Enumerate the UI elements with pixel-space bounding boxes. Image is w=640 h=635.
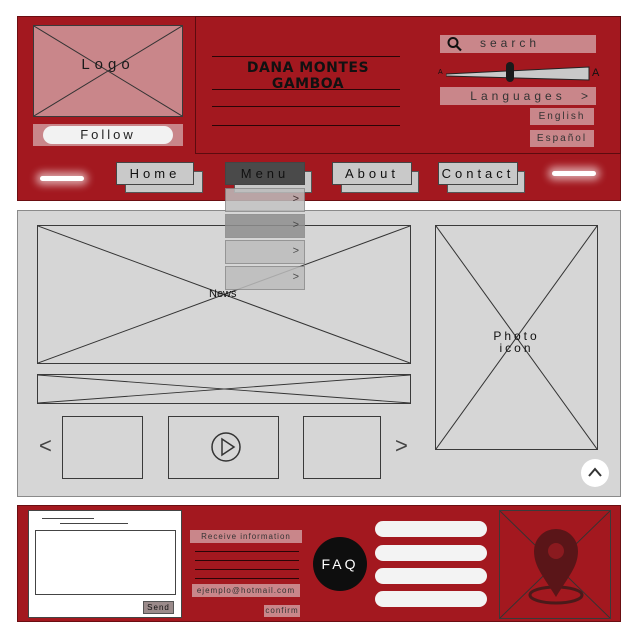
footer-link-pill[interactable] [375, 568, 487, 584]
photo-label: Photo icon [436, 330, 597, 354]
footer-link-pill[interactable] [375, 545, 487, 561]
search-input[interactable]: search [440, 35, 596, 53]
menu-dropdown-item[interactable]: > [225, 240, 305, 264]
language-option-espanol[interactable]: Español [530, 130, 594, 147]
headline-strip-placeholder [37, 374, 411, 404]
slider-thumb[interactable] [506, 62, 514, 82]
chevron-right-icon: > [292, 219, 299, 231]
video-thumbnail[interactable] [168, 416, 279, 479]
map-placeholder[interactable] [499, 510, 611, 619]
text-line [195, 569, 299, 570]
font-small-label: A [438, 69, 443, 76]
chevron-right-icon: > [292, 245, 299, 257]
title-rule [212, 56, 400, 57]
menu-dropdown-item[interactable]: > [225, 188, 305, 212]
site-title: DANA MONTES GAMBOA [246, 60, 370, 92]
search-placeholder: search [480, 36, 541, 50]
decorative-glow [552, 171, 596, 176]
location-pin-icon [528, 529, 584, 605]
text-line [195, 560, 299, 561]
nav-home[interactable]: Home [116, 162, 194, 185]
language-option-english[interactable]: English [530, 108, 594, 125]
photo-label-line2: icon [499, 341, 534, 355]
form-heading-line [42, 518, 94, 519]
message-textarea[interactable] [35, 530, 176, 595]
menu-dropdown-item[interactable]: > [225, 214, 305, 238]
carousel-thumbnail[interactable] [62, 416, 143, 479]
slider-track [446, 66, 590, 81]
play-icon [211, 432, 241, 462]
carousel-next-arrow[interactable]: > [395, 433, 408, 459]
text-line [212, 106, 400, 107]
nav-contact[interactable]: Contact [438, 162, 518, 185]
chevron-up-icon [588, 467, 602, 477]
faq-button[interactable]: FAQ [313, 537, 367, 591]
text-line [195, 578, 299, 579]
carousel-thumbnail[interactable] [303, 416, 381, 479]
nav-menu[interactable]: Menu [225, 162, 305, 185]
photo-placeholder[interactable]: Photo icon [435, 225, 598, 450]
chevron-right-icon: > [580, 89, 588, 103]
follow-container: Follow [33, 124, 183, 146]
footer-link-pill[interactable] [375, 521, 487, 537]
send-button[interactable]: Send [143, 601, 174, 614]
logo-placeholder[interactable]: Logo [33, 25, 183, 117]
menu-dropdown-item[interactable]: > [225, 266, 305, 290]
decorative-glow [40, 176, 84, 181]
footer-link-pill[interactable] [375, 591, 487, 607]
email-input[interactable]: ejemplo@hotmail.com [192, 584, 300, 597]
receive-info-label: Receive information [190, 530, 302, 543]
languages-label: Languages [470, 89, 566, 103]
text-line [212, 89, 400, 90]
chevron-right-icon: > [292, 271, 299, 283]
logo-label: Logo [81, 56, 135, 73]
form-heading-line [60, 523, 128, 524]
confirm-button[interactable]: confirm [264, 605, 300, 617]
font-size-slider[interactable]: A A [438, 60, 602, 86]
carousel-prev-arrow[interactable]: < [39, 433, 52, 459]
follow-button[interactable]: Follow [43, 126, 173, 144]
back-to-top-button[interactable] [581, 459, 609, 487]
chevron-right-icon: > [292, 193, 299, 205]
font-large-label: A [592, 67, 600, 79]
languages-button[interactable]: Languages > [440, 87, 596, 105]
text-line [195, 551, 299, 552]
search-icon [447, 37, 462, 52]
text-line [212, 125, 400, 126]
nav-about[interactable]: About [332, 162, 412, 185]
